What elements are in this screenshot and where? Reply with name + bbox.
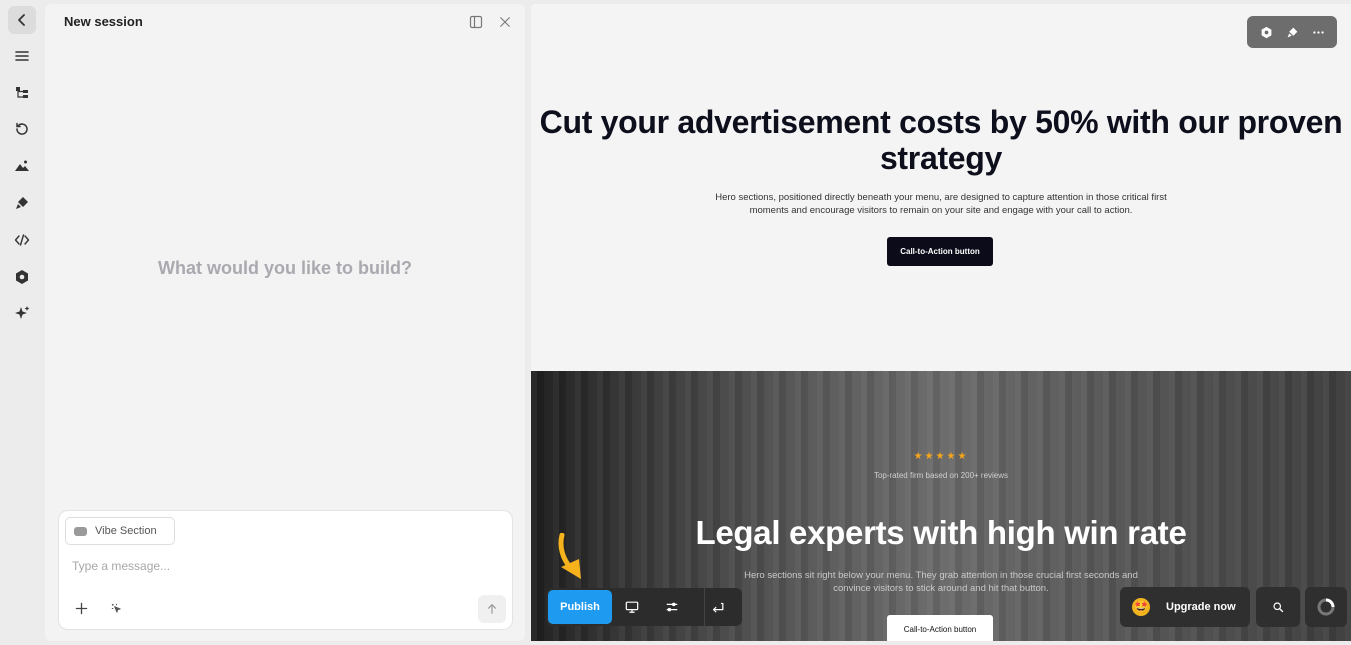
settings-icon (16, 270, 28, 284)
message-composer: Vibe Section (58, 510, 513, 630)
settings-icon (1261, 26, 1271, 38)
desktop-view-button[interactable] (622, 597, 642, 617)
hero-1-title: Cut your advertisement costs by 50% with… (539, 104, 1343, 176)
hero-2-cta-button[interactable]: Call-to-Action button (887, 615, 993, 641)
upgrade-button[interactable]: 🤩 Upgrade now (1120, 587, 1250, 627)
chevron-left-icon (18, 14, 25, 26)
publish-button[interactable]: Publish (548, 590, 612, 624)
ai-button[interactable] (8, 299, 36, 327)
close-panel-button[interactable] (498, 15, 512, 29)
upgrade-label: Upgrade now (1166, 601, 1236, 613)
search-button[interactable] (1256, 587, 1300, 627)
code-button[interactable] (8, 226, 36, 254)
session-panel: New session What would you like to build… (45, 4, 525, 641)
message-input[interactable] (72, 559, 492, 573)
rating-stars: ★★★★★ (913, 451, 969, 462)
back-button[interactable] (8, 6, 36, 34)
publish-toolbar: Publish (546, 588, 742, 626)
panel-title: New session (64, 14, 143, 29)
activity-button[interactable] (1305, 587, 1347, 627)
rating-text: Top-rated firm based on 200+ reviews (873, 471, 1009, 480)
media-button[interactable] (8, 152, 36, 180)
hero-1-cta-button[interactable]: Call-to-Action button (887, 237, 993, 266)
hero-2-subtitle: Hero sections sit right below your menu.… (744, 570, 1138, 594)
section-icon (74, 526, 87, 536)
toolbar-divider (704, 588, 705, 626)
sparkle-icon (15, 306, 30, 319)
send-button[interactable] (478, 595, 506, 623)
settings-button[interactable] (8, 263, 36, 291)
plus-icon (75, 602, 87, 614)
star-struck-emoji-icon: 🤩 (1132, 598, 1150, 616)
hero-2-title: Legal experts with high win rate (695, 514, 1187, 551)
section-toolbar (1247, 16, 1337, 48)
arrow-up-icon (487, 604, 497, 614)
sidebar-icon (469, 15, 483, 29)
section-style-button[interactable] (1282, 22, 1302, 42)
brush-icon (1287, 27, 1297, 37)
hero-1-subtitle: Hero sections, positioned directly benea… (715, 192, 1167, 216)
canvas-preview: Cut your advertisement costs by 50% with… (531, 4, 1351, 641)
return-arrow-icon (713, 602, 724, 613)
empty-state-prompt: What would you like to build? (158, 258, 412, 278)
section-more-button[interactable] (1308, 22, 1328, 42)
spinner-icon (1317, 598, 1335, 616)
close-icon (500, 17, 510, 27)
image-icon (15, 160, 29, 171)
brush-icon (16, 197, 28, 209)
undo-button[interactable] (708, 597, 728, 617)
icon-rail (0, 0, 44, 645)
section-settings-button[interactable] (1256, 22, 1276, 42)
style-button[interactable] (8, 189, 36, 217)
layers-button[interactable] (8, 79, 36, 107)
monitor-icon (625, 601, 639, 613)
hero-section-1[interactable]: Cut your advertisement costs by 50% with… (531, 4, 1351, 371)
select-element-button[interactable] (105, 597, 127, 619)
code-icon (14, 234, 30, 246)
more-dots-icon (1312, 30, 1324, 34)
menu-button[interactable] (8, 42, 36, 70)
context-chip[interactable]: Vibe Section (65, 517, 175, 545)
sliders-icon (666, 602, 678, 612)
toggle-sidebar-button[interactable] (469, 15, 483, 29)
adjust-button[interactable] (662, 597, 682, 617)
history-icon (16, 122, 28, 135)
layers-icon (16, 87, 28, 98)
context-chip-label: Vibe Section (95, 525, 157, 537)
menu-icon (15, 51, 29, 61)
search-icon (1273, 602, 1284, 613)
add-attachment-button[interactable] (70, 597, 92, 619)
pointer-arrow-icon (558, 533, 581, 579)
cursor-select-icon (111, 603, 121, 613)
history-button[interactable] (8, 115, 36, 143)
